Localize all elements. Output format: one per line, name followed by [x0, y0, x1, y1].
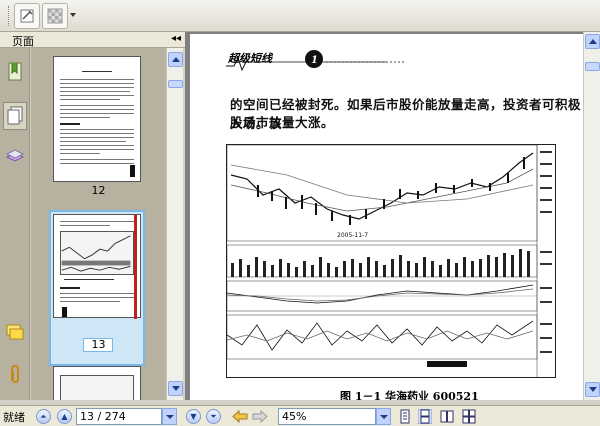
page-thumbnails-panel: 12 13 [31, 48, 166, 400]
svg-text:1: 1 [311, 55, 318, 66]
thumbnails-scroll-thumb[interactable] [168, 80, 183, 88]
next-page-icon: ▼ [190, 412, 197, 421]
thumbnail-page-12[interactable] [53, 56, 141, 182]
last-page-button[interactable]: ⏷ [206, 409, 221, 424]
thumbnails-scroll-down-button[interactable] [168, 381, 183, 396]
paragraph-line-2: 股后市放量大涨。 [230, 115, 335, 130]
status-text: 就绪 [3, 411, 25, 424]
thumbnail-page-next[interactable] [53, 366, 141, 400]
toolbar-grip[interactable] [8, 6, 10, 26]
snapshot-icon [20, 9, 34, 23]
document-scroll-up-button[interactable] [585, 34, 600, 49]
thumbnail-chart-graphic [61, 235, 131, 272]
figure-caption: 图 1－1 华海药业 600521 [340, 390, 479, 400]
page-number-field[interactable]: 13 / 274 [76, 408, 162, 425]
snapshot-button[interactable] [14, 3, 40, 29]
background-dropdown-caret-icon[interactable] [70, 13, 76, 17]
document-scrollbar[interactable] [583, 32, 600, 400]
continuous-facing-view-icon[interactable] [462, 409, 476, 424]
document-page: 1 超级短线 的空间已经被封死。如果后市股价能放量走高，投资者可积极入场。该 股… [190, 34, 583, 400]
document-view[interactable]: 1 超级短线 的空间已经被封死。如果后市股价能放量走高，投资者可积极入场。该 股… [185, 32, 583, 400]
go-back-icon[interactable] [231, 409, 249, 424]
zoom-field[interactable]: 45% [278, 408, 376, 425]
panel-title: 页面 [12, 35, 34, 48]
thumbnails-scrollbar[interactable] [166, 48, 183, 400]
comments-icon [6, 324, 24, 340]
last-page-icon: ⏷ [210, 411, 217, 421]
previous-page-icon: ▲ [61, 412, 68, 421]
navigation-pane-strip [0, 48, 30, 400]
status-bar: 就绪 ⏶ ▲ 13 / 274 ▼ ⏷ 45% [0, 405, 600, 426]
layers-icon [5, 149, 25, 162]
continuous-view-icon[interactable] [418, 409, 432, 424]
background-pattern-icon [47, 8, 63, 24]
thumbnail-label-12: 12 [91, 184, 106, 197]
panel-header: 页面 ◂◂ [0, 32, 185, 48]
nav-pages-button[interactable] [3, 102, 27, 130]
attachments-icon [11, 364, 19, 384]
chart-annotation: 2005-11-7 [337, 232, 368, 239]
facing-view-icon[interactable] [440, 409, 454, 424]
first-page-button[interactable]: ⏶ [36, 409, 51, 424]
chevron-down-icon [379, 414, 388, 419]
previous-page-button[interactable]: ▲ [57, 409, 72, 424]
toolbar [0, 0, 600, 32]
stock-chart-figure: 2005-11-7 [226, 144, 556, 378]
thumbnails-scroll-up-button[interactable] [168, 52, 183, 67]
collapse-panel-icon[interactable]: ◂◂ [171, 33, 181, 44]
document-scroll-down-button[interactable] [585, 382, 600, 397]
thumbnail-page-13[interactable] [53, 214, 141, 319]
chevron-down-icon [165, 414, 174, 419]
stock-chart-graphic: 2005-11-7 [226, 144, 552, 377]
next-page-button[interactable]: ▼ [186, 409, 201, 424]
nav-layers-button[interactable] [3, 142, 27, 170]
pdf-viewer-window: 页面 ◂◂ 12 13 1 超级短线 的空间已经被封死。如果后市股价能放量走高，… [0, 0, 600, 426]
chapter-header-title: 超级短线 [228, 52, 272, 65]
pages-icon [7, 106, 23, 125]
zoom-dropdown[interactable] [376, 408, 391, 425]
go-forward-icon[interactable] [251, 409, 269, 424]
nav-attachments-button[interactable] [3, 360, 27, 388]
page-number-dropdown[interactable] [162, 408, 177, 425]
document-scroll-thumb[interactable] [585, 62, 600, 71]
bookmarks-icon [8, 62, 22, 81]
background-pattern-button[interactable] [42, 3, 68, 29]
single-page-view-icon[interactable] [398, 409, 412, 424]
nav-comments-button[interactable] [3, 318, 27, 346]
thumbnail-label-13: 13 [91, 338, 106, 351]
nav-bookmarks-button[interactable] [3, 58, 27, 86]
first-page-icon: ⏶ [40, 411, 47, 421]
